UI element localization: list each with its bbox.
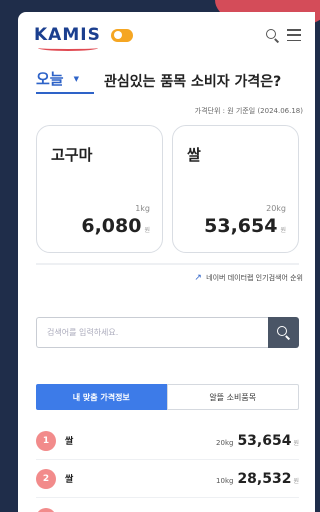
price-tabs: 내 맞춤 가격정보 알뜰 소비품목 <box>36 384 299 410</box>
rank-item-name: 쌀 <box>65 437 74 447</box>
card-currency: 원 <box>144 227 150 234</box>
rank-currency: 원 <box>293 439 299 447</box>
card-item-price: 53,654 <box>204 215 278 237</box>
search-input[interactable] <box>36 317 268 348</box>
trend-icon: ↗ <box>194 273 202 283</box>
page-title: 관심있는 품목 소비자 가격은? <box>104 74 282 90</box>
rank-item-qty: 10kg <box>216 476 234 485</box>
card-item-price: 6,080 <box>81 215 142 237</box>
card-item-qty: 1kg <box>135 204 150 213</box>
search-bar <box>36 317 299 348</box>
naver-trend-link[interactable]: ↗ 네이버 데이터랩 인기검색어 순위 <box>18 265 315 283</box>
tab-my-price-info[interactable]: 내 맞춤 가격정보 <box>36 384 167 410</box>
naver-trend-label: 네이버 데이터랩 인기검색어 순위 <box>206 274 303 282</box>
app-header: KAMIS <box>18 12 315 58</box>
tab-smart-items[interactable]: 알뜰 소비품목 <box>166 384 299 410</box>
search-icon[interactable] <box>266 28 279 42</box>
rank-item-name: 쌀 <box>65 475 74 485</box>
menu-icon[interactable] <box>287 29 301 41</box>
rank-badge-partial <box>36 508 56 512</box>
period-select[interactable]: 오늘 ▼ <box>36 68 94 94</box>
list-item[interactable]: 2 쌀 10kg 28,532 원 <box>36 460 299 498</box>
price-unit-info: 가격단위 : 원 기준일 (2024.06.18) <box>194 107 303 115</box>
kamis-logo[interactable]: KAMIS <box>34 25 101 51</box>
search-button[interactable] <box>268 317 299 348</box>
card-item-qty: 20kg <box>266 204 286 213</box>
card-item-name: 고구마 <box>51 146 93 164</box>
search-icon <box>277 326 290 339</box>
rank-price-wrap: 20kg 53,654 원 <box>216 433 299 449</box>
rank-item-qty: 20kg <box>216 438 234 447</box>
header-actions <box>266 28 301 42</box>
price-card-rice[interactable]: 쌀 20kg 53,654 원 <box>172 125 299 253</box>
rank-currency: 원 <box>293 477 299 485</box>
toggle-switch[interactable] <box>110 28 133 42</box>
card-item-name: 쌀 <box>187 146 201 164</box>
rank-item-price: 53,654 <box>237 432 292 449</box>
logo-swoosh <box>38 45 98 51</box>
price-card-sweet-potato[interactable]: 고구마 1kg 6,080 원 <box>36 125 163 253</box>
card-item-price-wrap: 6,080 원 <box>81 215 150 237</box>
price-cards: 고구마 1kg 6,080 원 쌀 20kg 53,654 원 <box>18 116 315 253</box>
title-row: 오늘 ▼ 관심있는 품목 소비자 가격은? <box>18 58 315 94</box>
list-item-partial[interactable] <box>36 498 299 512</box>
period-select-label: 오늘 <box>36 70 64 88</box>
card-currency: 원 <box>280 227 286 234</box>
rank-price-wrap: 10kg 28,532 원 <box>216 471 299 487</box>
rank-item-price: 28,532 <box>237 470 292 487</box>
rank-badge: 2 <box>36 468 56 489</box>
chevron-down-icon: ▼ <box>73 74 79 83</box>
mobile-page: KAMIS 오늘 ▼ 관심있는 품목 소비자 가격은? 가격단위 : 원 기준일… <box>18 12 315 512</box>
rank-badge: 1 <box>36 430 56 451</box>
logo-text: KAMIS <box>34 25 101 45</box>
ranking-list: 1 쌀 20kg 53,654 원 2 쌀 10kg 28,532 원 <box>36 422 299 512</box>
list-item[interactable]: 1 쌀 20kg 53,654 원 <box>36 422 299 460</box>
card-item-price-wrap: 53,654 원 <box>204 215 286 237</box>
